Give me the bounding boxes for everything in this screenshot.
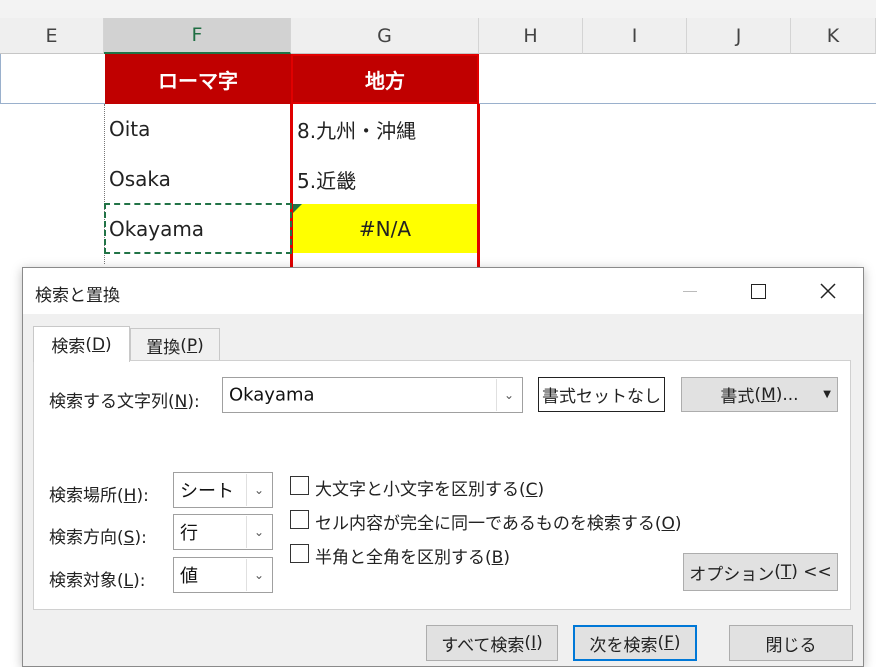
tab-find-label: 検索 — [51, 337, 86, 357]
search-direction-label: 検索方向(S): — [49, 528, 147, 548]
column-header-k[interactable]: K — [791, 18, 876, 54]
cell-region[interactable]: 8.九州・沖縄 — [293, 104, 477, 154]
options-button[interactable]: オプション(T) << — [683, 553, 838, 591]
cell-romaji[interactable]: Osaka — [105, 154, 290, 204]
look-in-select[interactable]: 値 ⌄ — [173, 557, 273, 593]
cell-romaji[interactable]: Oita — [105, 104, 290, 154]
region-column-border — [477, 104, 480, 269]
format-button[interactable]: 書式(M)... ▼ — [681, 377, 838, 412]
tab-replace[interactable]: 置換(P) — [130, 328, 220, 362]
column-header-h[interactable]: H — [479, 18, 583, 54]
tab-replace-accesskey: P — [186, 335, 198, 356]
search-direction-select[interactable]: 行 ⌄ — [173, 514, 273, 550]
close-icon[interactable] — [805, 268, 851, 314]
find-replace-dialog: 検索と置換 検索(D) 置換(P) 検索する文字列(N): Okayama ⌄ … — [22, 267, 864, 667]
no-format-set-button[interactable]: 書式セットなし — [538, 377, 665, 412]
match-entire-cell-checkbox[interactable] — [290, 510, 309, 529]
tab-find-accesskey: D — [91, 334, 106, 355]
match-byte-label[interactable]: 半角と全角を区別する(B) — [315, 543, 510, 568]
find-panel: 検索する文字列(N): Okayama ⌄ 書式セットなし 書式(M)... ▼… — [33, 360, 851, 610]
look-in-value: 値 — [180, 566, 198, 587]
header-cell-region[interactable]: 地方 — [291, 54, 479, 104]
column-header-e[interactable]: E — [0, 18, 104, 54]
chevron-down-icon[interactable]: ⌄ — [246, 516, 271, 548]
find-next-button[interactable]: 次を検索(F) — [573, 625, 697, 661]
minimize-icon[interactable] — [667, 268, 713, 314]
chevron-down-icon[interactable]: ⌄ — [246, 559, 271, 591]
column-header-g[interactable]: G — [291, 18, 479, 54]
within-select[interactable]: シート ⌄ — [173, 472, 273, 508]
match-entire-cell-label[interactable]: セル内容が完全に同一であるものを検索する(O) — [315, 509, 682, 534]
find-all-button[interactable]: すべて検索(I) — [426, 625, 558, 661]
cell-romaji-active[interactable]: Okayama — [105, 204, 290, 253]
within-value: シート — [180, 481, 234, 502]
dialog-title: 検索と置換 — [35, 286, 120, 306]
dialog-titlebar[interactable]: 検索と置換 — [23, 268, 863, 314]
header-cell-romaji[interactable]: ローマ字 — [105, 54, 291, 104]
chevron-down-icon[interactable]: ⌄ — [496, 379, 521, 411]
tab-find[interactable]: 検索(D) — [33, 326, 130, 362]
chevron-down-icon[interactable]: ⌄ — [246, 474, 271, 506]
find-what-value: Okayama — [229, 384, 315, 406]
within-label: 検索場所(H): — [49, 486, 149, 506]
dropdown-arrow-icon: ▼ — [823, 389, 831, 400]
look-in-label: 検索対象(L): — [49, 571, 146, 591]
match-case-checkbox[interactable] — [290, 476, 309, 495]
row-gridline — [0, 54, 1, 104]
tab-replace-label: 置換 — [146, 338, 181, 358]
error-indicator-icon[interactable] — [293, 204, 302, 213]
find-what-label: 検索する文字列(N): — [49, 392, 200, 412]
close-button[interactable]: 閉じる — [729, 625, 853, 661]
match-byte-checkbox[interactable] — [290, 544, 309, 563]
maximize-icon[interactable] — [735, 268, 781, 314]
match-case-label[interactable]: 大文字と小文字を区別する(C) — [315, 475, 544, 500]
cell-region-error[interactable]: #N/A — [293, 204, 477, 253]
cell-region[interactable]: 5.近畿 — [293, 154, 477, 204]
ribbon-edge — [0, 0, 876, 18]
search-direction-value: 行 — [180, 523, 198, 544]
column-header-i[interactable]: I — [583, 18, 687, 54]
column-header-j[interactable]: J — [687, 18, 791, 54]
find-what-input[interactable]: Okayama ⌄ — [222, 377, 523, 413]
column-header-f[interactable]: F — [104, 18, 291, 54]
